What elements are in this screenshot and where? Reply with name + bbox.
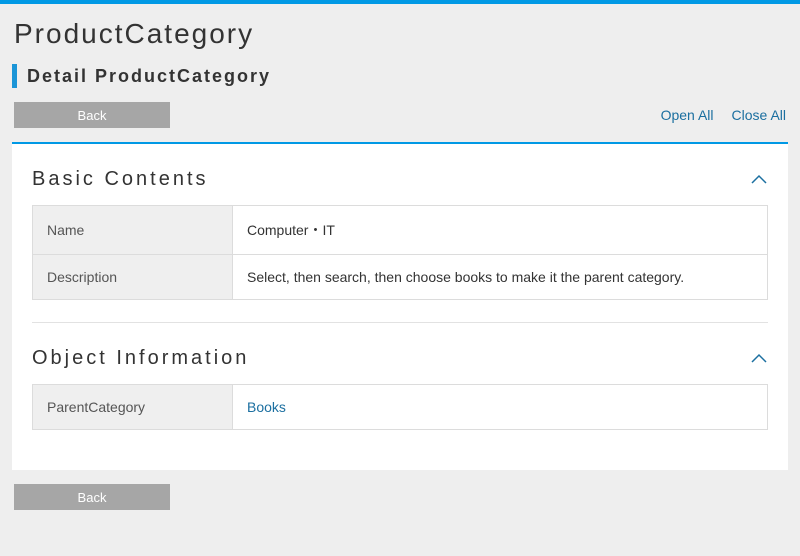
page-title: ProductCategory <box>0 4 800 60</box>
parent-category-link[interactable]: Books <box>233 385 768 430</box>
table-row: Name Computer・IT <box>33 206 768 255</box>
back-button[interactable]: Back <box>14 102 170 128</box>
table-row: ParentCategory Books <box>33 385 768 430</box>
chevron-up-icon <box>750 353 768 365</box>
sub-header-accent <box>12 64 17 88</box>
object-information-table: ParentCategory Books <box>32 384 768 430</box>
object-information-header[interactable]: Object Information <box>32 341 768 384</box>
basic-contents-header[interactable]: Basic Contents <box>32 162 768 205</box>
detail-panel: Basic Contents Name Computer・IT Descript… <box>12 142 788 470</box>
description-label: Description <box>33 255 233 300</box>
basic-contents-title: Basic Contents <box>32 168 209 191</box>
open-all-link[interactable]: Open All <box>661 107 714 123</box>
close-all-link[interactable]: Close All <box>732 107 786 123</box>
chevron-up-icon <box>750 174 768 186</box>
toolbar: Back Open All Close All <box>0 96 800 142</box>
object-information-title: Object Information <box>32 347 249 370</box>
section-divider <box>32 322 768 323</box>
table-row: Description Select, then search, then ch… <box>33 255 768 300</box>
bottom-toolbar: Back <box>0 484 800 510</box>
name-value: Computer・IT <box>233 206 768 255</box>
object-information-section: Object Information ParentCategory Books <box>32 341 768 430</box>
description-value: Select, then search, then choose books t… <box>233 255 768 300</box>
back-button-bottom[interactable]: Back <box>14 484 170 510</box>
basic-contents-table: Name Computer・IT Description Select, the… <box>32 205 768 300</box>
basic-contents-section: Basic Contents Name Computer・IT Descript… <box>32 162 768 300</box>
sub-header: Detail ProductCategory <box>0 60 800 96</box>
name-label: Name <box>33 206 233 255</box>
sub-title: Detail ProductCategory <box>27 66 271 87</box>
parent-category-label: ParentCategory <box>33 385 233 430</box>
